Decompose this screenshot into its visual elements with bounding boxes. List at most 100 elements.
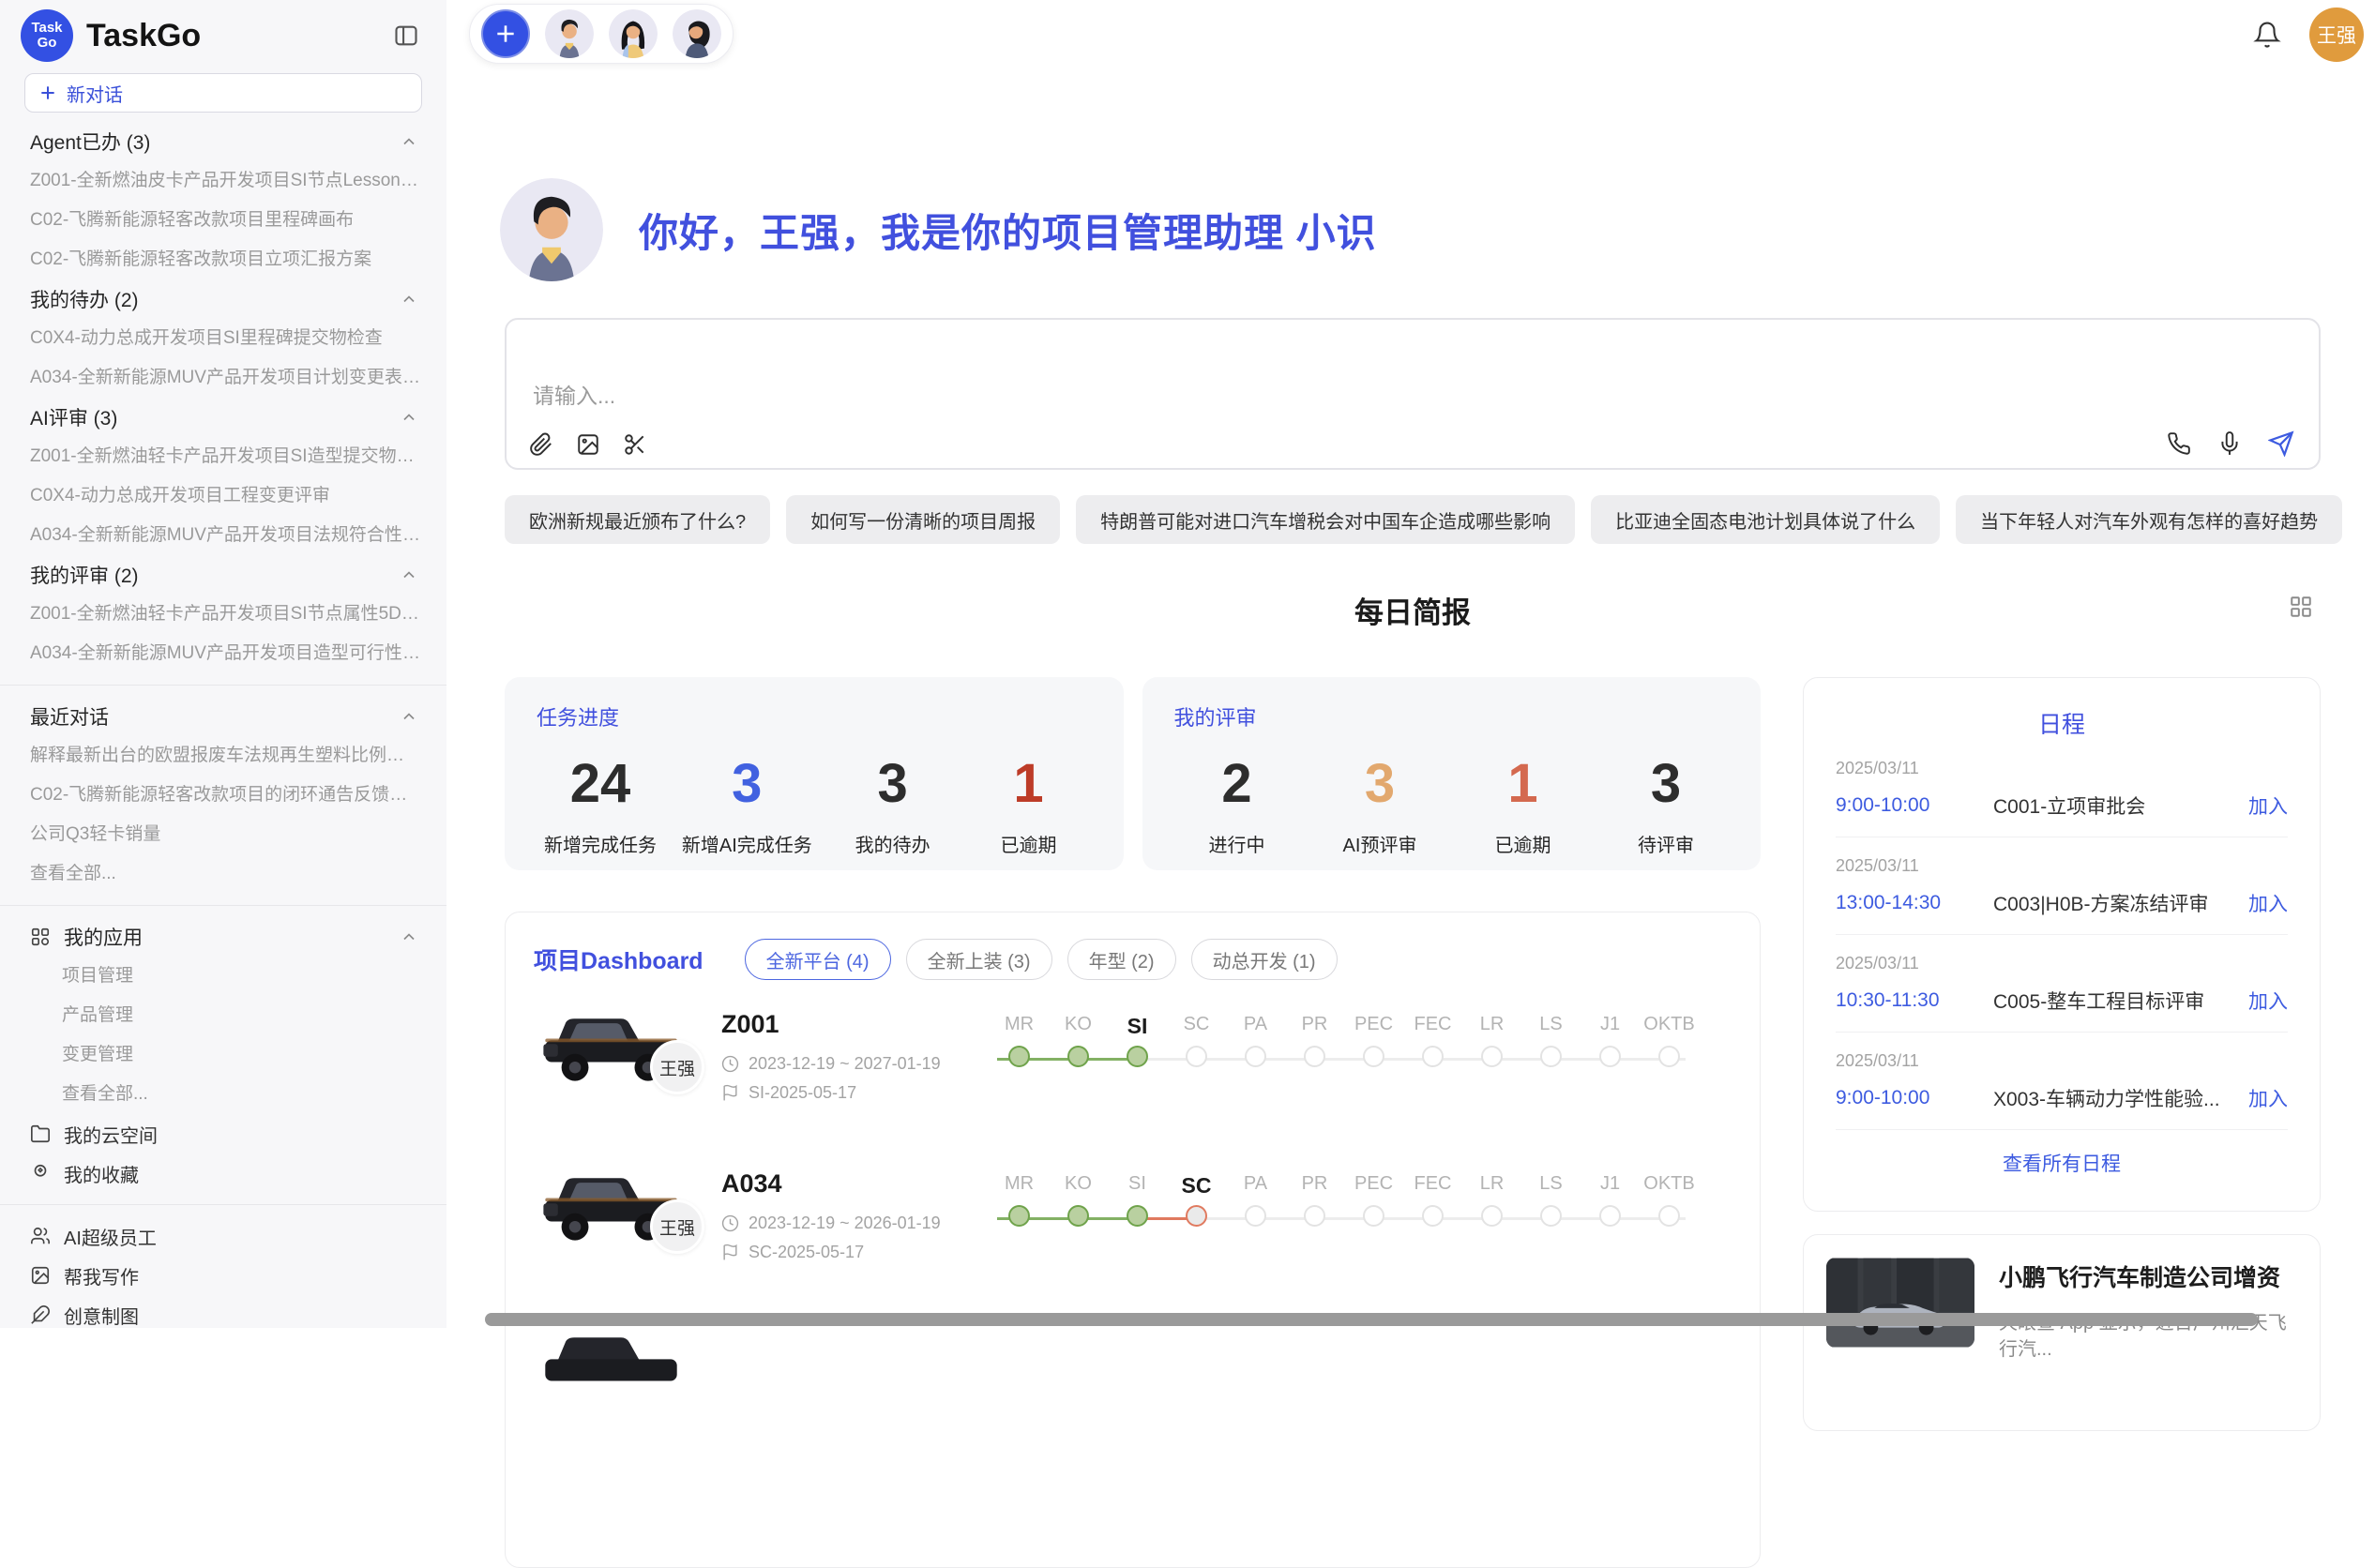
section-header-ai-review[interactable]: AI评审 (3) [0, 398, 446, 437]
notification-bell-icon[interactable] [2253, 21, 2281, 49]
recent-chat-item[interactable]: 解释最新出台的欧盟报废车法规再生塑料比例被调至15%... [0, 736, 446, 776]
horizontal-scrollbar[interactable] [485, 1313, 2258, 1326]
suggestion-chip[interactable]: 当下年轻人对汽车外观有怎样的喜好趋势 [1956, 495, 2342, 544]
sidebar-item[interactable]: A034-全新新能源MUV产品开发项目造型可行性评审 [0, 634, 446, 673]
project-code: Z001 [721, 1010, 990, 1039]
sidebar-collapse-icon[interactable] [392, 23, 420, 49]
milestone-label: MR [990, 1014, 1049, 1046]
agent-avatar-1[interactable] [545, 9, 594, 58]
section-header-my-review[interactable]: 我的评审 (2) [0, 555, 446, 595]
daily-briefing-header: 每日简报 [505, 589, 2321, 632]
tab-powertrain[interactable]: 动总开发 (1) [1191, 939, 1338, 980]
stat-value: 1 [1468, 752, 1579, 815]
sidebar-item[interactable]: A034-全新新能源MUV产品开发项目法规符合性评审 [0, 516, 446, 555]
milestone-label: LS [1521, 1014, 1581, 1046]
sidebar-item[interactable]: C02-飞腾新能源轻客改款项目立项汇报方案 [0, 240, 446, 279]
app-item-project-mgmt[interactable]: 项目管理 [0, 957, 446, 996]
join-meeting-link[interactable]: 加入 [2248, 889, 2288, 917]
attachment-icon[interactable] [529, 432, 553, 457]
task-progress-card: 任务进度 24 新增完成任务 3 新增AI完成任务 3 我的待办 [505, 677, 1124, 870]
milestone-label: PEC [1344, 1014, 1403, 1046]
join-meeting-link[interactable]: 加入 [2248, 987, 2288, 1015]
view-all-schedule-link[interactable]: 查看所有日程 [1836, 1149, 2288, 1177]
suggestion-chip[interactable]: 如何写一份清晰的项目周报 [786, 495, 1060, 544]
stat-card-title: 任务进度 [537, 701, 1092, 731]
tab-model-year[interactable]: 年型 (2) [1067, 939, 1176, 980]
milestone-label: PR [1285, 1014, 1344, 1046]
section-label: AI评审 (3) [30, 403, 117, 431]
sidebar-item-ai-super-staff[interactable]: AI超级员工 [0, 1216, 446, 1256]
schedule-name: C001-立项审批会 [1993, 792, 2248, 820]
sidebar-item-creative-drawing[interactable]: 创意制图 [0, 1295, 446, 1334]
sidebar-item[interactable]: Z001-全新燃油轻卡产品开发项目SI节点属性5D文件评审 [0, 595, 446, 634]
app-logo-icon: Task Go [21, 9, 73, 62]
assistant-avatar [500, 178, 603, 281]
view-all-apps-link[interactable]: 查看全部... [0, 1075, 446, 1114]
suggestion-chip[interactable]: 欧洲新规最近颁布了什么? [505, 495, 770, 544]
sidebar-item-help-me-write[interactable]: 帮我写作 [0, 1256, 446, 1295]
milestone-dot-overdue [1186, 1205, 1207, 1227]
phone-call-icon[interactable] [2167, 431, 2191, 456]
sidebar-item[interactable]: Z001-全新燃油皮卡产品开发项目SI节点Lesson Learn报告 [0, 161, 446, 201]
agent-avatar-3[interactable] [673, 9, 721, 58]
news-title: 小鹏飞行汽车制造公司增资 [1999, 1259, 2297, 1293]
milestone-dot [1363, 1046, 1384, 1067]
join-meeting-link[interactable]: 加入 [2248, 792, 2288, 820]
tab-new-platform[interactable]: 全新平台 (4) [745, 939, 891, 980]
milestone-dot [1245, 1046, 1266, 1067]
section-header-agent-done[interactable]: Agent已办 (3) [0, 122, 446, 161]
sidebar-item-favorites[interactable]: 我的收藏 [0, 1153, 446, 1193]
milestone-label: OKTB [1640, 1173, 1699, 1205]
sidebar-item[interactable]: Z001-全新燃油轻卡产品开发项目SI造型提交物评审 [0, 437, 446, 476]
image-upload-icon[interactable] [576, 432, 600, 457]
layout-grid-icon[interactable] [2289, 595, 2313, 619]
project-row-a034[interactable]: 王强 A034 2023-12-19 ~ 2026-01-19 SC-2025-… [534, 1158, 1732, 1299]
user-avatar[interactable]: 王强 [2309, 8, 2364, 62]
sidebar-item[interactable]: C02-飞腾新能源轻客改款项目里程碑画布 [0, 201, 446, 240]
agent-avatar-2[interactable] [609, 9, 658, 58]
stat-value: 1 [973, 752, 1083, 815]
schedule-date: 2025/03/11 [1836, 856, 2288, 876]
section-header-recent-chats[interactable]: 最近对话 [0, 697, 446, 736]
microphone-icon[interactable] [2217, 431, 2242, 456]
divider [0, 685, 446, 686]
sidebar-item-cloud-space[interactable]: 我的云空间 [0, 1114, 446, 1153]
recent-chat-item[interactable]: 公司Q3轻卡销量 [0, 815, 446, 854]
chevron-up-icon [400, 408, 418, 427]
screenshot-scissors-icon[interactable] [623, 432, 647, 457]
sidebar-link-label: 帮我写作 [64, 1262, 139, 1289]
project-owner-badge: 王强 [650, 1199, 704, 1254]
sidebar-item[interactable]: C0X4-动力总成开发项目工程变更评审 [0, 476, 446, 516]
chat-input-card[interactable]: 请输入... [505, 318, 2321, 470]
recent-chat-item[interactable]: C02-飞腾新能源轻客改款项目的闭环通告反馈情况 [0, 776, 446, 815]
view-all-chats-link[interactable]: 查看全部... [0, 854, 446, 894]
section-header-my-todo[interactable]: 我的待办 (2) [0, 279, 446, 319]
tab-new-body[interactable]: 全新上装 (3) [906, 939, 1052, 980]
stat-card-title: 我的评审 [1174, 701, 1730, 731]
sidebar-item[interactable]: A034-全新新能源MUV产品开发项目计划变更表编写 [0, 358, 446, 398]
app-item-change-mgmt[interactable]: 变更管理 [0, 1035, 446, 1075]
sidebar-item[interactable]: C0X4-动力总成开发项目SI里程碑提交物检查 [0, 319, 446, 358]
join-meeting-link[interactable]: 加入 [2248, 1084, 2288, 1112]
stat-ai-pre-review: 3 AI预评审 [1324, 752, 1435, 857]
send-icon[interactable] [2268, 430, 2294, 457]
milestone-dot-done [1067, 1046, 1089, 1067]
section-header-my-apps[interactable]: 我的应用 [0, 917, 446, 957]
schedule-item: 2025/03/11 9:00-10:00 X003-车辆动力学性能验... 加… [1836, 1033, 2288, 1130]
top-right-controls: 王强 [2253, 8, 2364, 62]
sidebar-link-label: 我的收藏 [64, 1160, 139, 1187]
suggestion-chip[interactable]: 特朗普可能对进口汽车增税会对中国车企造成哪些影响 [1076, 495, 1575, 544]
stat-value: 3 [1324, 752, 1435, 815]
add-agent-button[interactable] [481, 9, 530, 58]
app-item-product-mgmt[interactable]: 产品管理 [0, 996, 446, 1035]
chevron-up-icon [400, 132, 418, 151]
news-card[interactable]: 小鹏飞行汽车制造公司增资 天眼查 App 显示，近日广州汇天飞行汽... [1803, 1234, 2321, 1431]
plus-icon [493, 22, 518, 46]
milestone-label: FEC [1403, 1173, 1462, 1205]
new-chat-label: 新对话 [67, 80, 123, 107]
stat-review-overdue: 1 已逾期 [1468, 752, 1579, 857]
input-left-icons [529, 432, 647, 457]
suggestion-chip[interactable]: 比亚迪全固态电池计划具体说了什么 [1591, 495, 1940, 544]
new-chat-button[interactable]: 新对话 [24, 73, 422, 113]
project-row-z001[interactable]: 王强 Z001 2023-12-19 ~ 2027-01-19 SI-2025-… [534, 999, 1732, 1139]
